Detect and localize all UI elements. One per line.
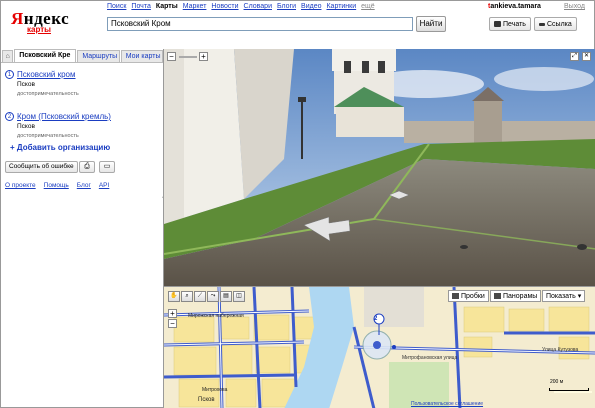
- traffic-label: Пробки: [461, 292, 485, 300]
- service-link[interactable]: Почта: [131, 3, 150, 10]
- result-city: Псков: [17, 123, 35, 130]
- home-icon: ⌂: [5, 53, 10, 60]
- layers-tool-icon[interactable]: ▤: [220, 291, 232, 302]
- close-panorama-icon[interactable]: ✕: [582, 52, 591, 61]
- tab-my-maps[interactable]: Мои карты: [120, 50, 164, 62]
- tab-search-result[interactable]: Псковский Кре: [14, 49, 77, 62]
- map-zoom-in[interactable]: +: [168, 309, 177, 318]
- map-marker-number[interactable]: 2: [374, 316, 377, 322]
- result-number-badge: 1: [5, 70, 14, 79]
- panoramas-button[interactable]: Панорамы: [490, 290, 542, 302]
- result-number-badge: 2: [5, 112, 14, 121]
- print-button[interactable]: Печать: [489, 17, 531, 31]
- service-link[interactable]: Словари: [244, 3, 272, 10]
- service-link[interactable]: Карты: [156, 3, 178, 10]
- footer-links: О проекте Помощь Блог API: [5, 182, 109, 189]
- district-label: Мирожская набережная: [188, 313, 244, 319]
- printer-icon: [494, 21, 501, 27]
- link-label: Ссылка: [547, 20, 572, 28]
- service-link[interactable]: Картинки: [326, 3, 356, 10]
- logo-letter-y: Я: [11, 9, 24, 28]
- bookmark-tool-icon[interactable]: ◫: [233, 291, 245, 302]
- street-label: Улица Кутузова: [542, 347, 579, 353]
- map-toolbar: ✋ ⌕ ⟋ ⤳ ▤ ◫: [168, 291, 245, 302]
- link-icon: ▭: [103, 163, 111, 170]
- street-label: Митрофановская улица: [402, 355, 458, 361]
- result-type: достопримечательность: [17, 133, 79, 139]
- panorama-view[interactable]: − + ⤢ ✕: [163, 49, 595, 286]
- logo-sub-maps[interactable]: карты: [27, 25, 51, 34]
- panorama-icon: [494, 293, 501, 299]
- scale-line: [549, 388, 589, 391]
- help-link[interactable]: Помощь: [44, 182, 69, 189]
- tab-routes[interactable]: Маршруты: [77, 50, 120, 62]
- result-item[interactable]: 1 Псковский кром Псков достопримечательн…: [5, 69, 161, 99]
- panorama-zoom-in[interactable]: +: [199, 52, 208, 61]
- print-label: Печать: [503, 20, 526, 28]
- result-title[interactable]: Псковский кром: [17, 69, 161, 80]
- panoramas-label: Панорамы: [503, 292, 538, 300]
- about-link[interactable]: О проекте: [5, 182, 36, 189]
- username[interactable]: tankieva.tamara: [488, 3, 541, 10]
- result-type: достопримечательность: [17, 91, 79, 97]
- sidebar-tabs: ⌂ Псковский Кре Маршруты Мои карты: [1, 49, 164, 63]
- magnifier-tool-icon[interactable]: ⌕: [181, 291, 193, 302]
- panorama-zoom-out[interactable]: −: [167, 52, 176, 61]
- route-tool-icon[interactable]: ⤳: [207, 291, 219, 302]
- link-sidebar-button[interactable]: ▭: [99, 161, 115, 173]
- results-list: 1 Псковский кром Псков достопримечательн…: [5, 69, 161, 153]
- service-link[interactable]: Видео: [301, 3, 321, 10]
- printer-icon: ⎙: [84, 163, 90, 170]
- link-icon: [539, 22, 545, 26]
- traffic-icon: [452, 293, 459, 299]
- panorama-zoom-slider[interactable]: [179, 56, 197, 58]
- show-label: Показать: [546, 292, 576, 300]
- service-link[interactable]: Блоги: [277, 3, 296, 10]
- map-zoom-out[interactable]: −: [168, 319, 177, 328]
- mitrokhova-label: Митрохова: [202, 387, 228, 393]
- report-error-button[interactable]: Сообщить об ошибке: [5, 161, 78, 173]
- search-button[interactable]: Найти: [416, 16, 446, 32]
- service-link[interactable]: Новости: [211, 3, 238, 10]
- add-organization-link[interactable]: + Добавить организацию: [10, 143, 110, 152]
- service-link[interactable]: Поиск: [107, 3, 126, 10]
- hand-tool-icon[interactable]: ✋: [168, 291, 180, 302]
- result-title[interactable]: Кром (Псковский кремль): [17, 111, 161, 122]
- search-input[interactable]: Псковский Кром: [107, 17, 413, 31]
- map-zoom: + −: [168, 309, 177, 329]
- username-rest: ankieva.tamara: [490, 3, 541, 10]
- logout-link[interactable]: Выход: [564, 3, 585, 10]
- chevron-down-icon: ▾: [577, 293, 582, 300]
- city-label: Псков: [198, 397, 215, 403]
- traffic-button[interactable]: Пробки: [448, 290, 489, 302]
- show-dropdown[interactable]: Показать ▾: [542, 290, 586, 302]
- result-item[interactable]: 2 Кром (Псковский кремль) Псков достопри…: [5, 111, 161, 141]
- services-nav: Поиск Почта Карты Маркет Новости Словари Блоги…: [107, 3, 375, 10]
- user-agreement-link[interactable]: Пользовательское соглашение: [411, 401, 483, 407]
- expand-panorama-icon[interactable]: ⤢: [570, 52, 579, 61]
- result-city: Псков: [17, 81, 35, 88]
- service-link[interactable]: ещё: [361, 3, 375, 10]
- app-window: Яндекс карты Поиск Почта Карты Маркет Новост…: [0, 0, 595, 408]
- ruler-tool-icon[interactable]: ⟋: [194, 291, 206, 302]
- api-link[interactable]: API: [99, 182, 109, 189]
- map-view[interactable]: ✋ ⌕ ⟋ ⤳ ▤ ◫ + − Пробки Панорамы Показать…: [163, 286, 595, 408]
- print-sidebar-button[interactable]: ⎙: [79, 161, 95, 173]
- link-button[interactable]: Ссылка: [534, 17, 577, 31]
- panorama-zoom: − +: [167, 52, 209, 61]
- blog-link[interactable]: Блог: [77, 182, 91, 189]
- home-tab[interactable]: ⌂: [2, 50, 14, 62]
- service-link[interactable]: Маркет: [183, 3, 207, 10]
- scale-label: 200 м: [550, 379, 564, 385]
